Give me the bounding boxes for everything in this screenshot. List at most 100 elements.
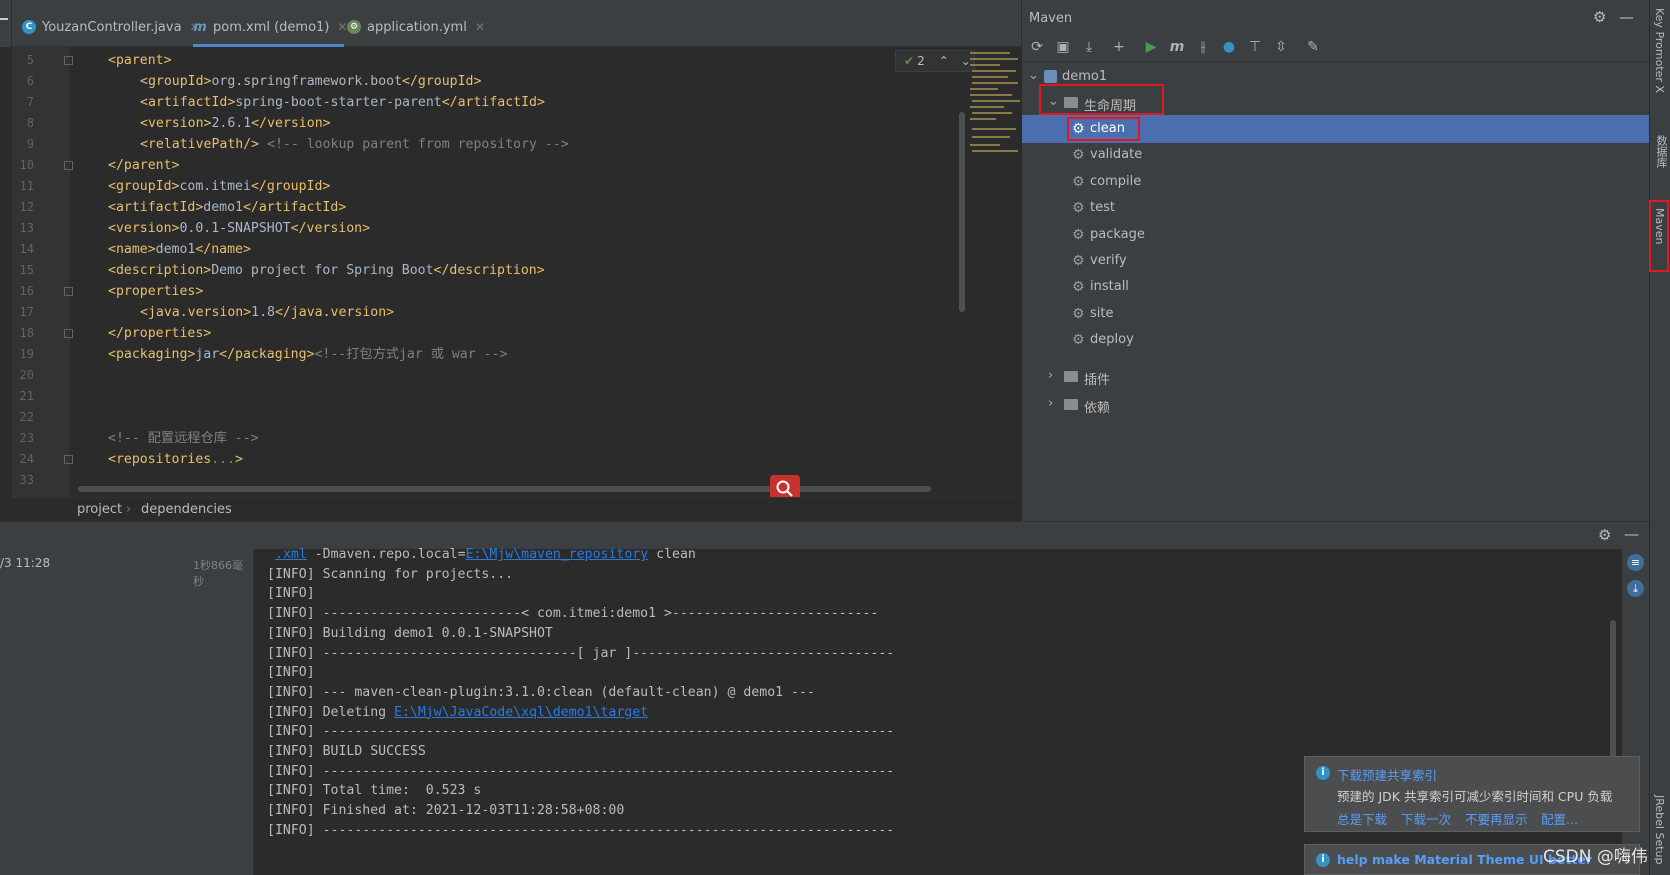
editor-tab-bar: C YouzanController.java ✕ m pom.xml (dem… — [0, 0, 1021, 47]
chevron-right-icon[interactable]: › — [1048, 368, 1053, 383]
editor-vertical-scrollbar[interactable] — [959, 112, 965, 312]
chevron-right-icon[interactable]: › — [1048, 396, 1053, 411]
plus-icon[interactable]: + — [1110, 38, 1128, 56]
code-text: </parent> — [108, 158, 180, 173]
tab-pom-xml[interactable]: m pom.xml (demo1) ✕ — [193, 12, 347, 42]
database-tab[interactable]: 数据库 — [1653, 135, 1669, 168]
soft-wrap-icon[interactable]: ≡ — [1627, 554, 1644, 571]
code-line[interactable]: 23 <!-- 配置远程仓库 --> — [12, 428, 1012, 449]
skip-tests-icon[interactable]: ● — [1220, 38, 1238, 56]
fold-marker-icon[interactable] — [64, 455, 73, 464]
editor-horizontal-scrollbar[interactable] — [78, 486, 931, 492]
collapse-all-icon[interactable]: ⇳ — [1272, 38, 1290, 56]
code-line[interactable]: 13 <version>0.0.1-SNAPSHOT</version> — [12, 218, 1012, 239]
console-line: [INFO] ---------------------------------… — [267, 763, 895, 779]
line-number: 19 — [19, 347, 34, 361]
code-line[interactable]: 21 — [12, 386, 1012, 407]
code-line[interactable]: 7 <artifactId>spring-boot-starter-parent<… — [12, 92, 1012, 113]
lifecycle-goal-install[interactable]: ⚙ install — [1022, 273, 1650, 301]
console-scrollbar[interactable] — [1610, 620, 1616, 760]
chevron-up-icon[interactable]: ⌃ — [939, 54, 949, 68]
highlight-box — [1649, 200, 1669, 272]
code-line[interactable]: 10 </parent> — [12, 155, 1012, 176]
breadcrumb-item[interactable]: dependencies — [141, 502, 232, 517]
code-minimap[interactable] — [966, 50, 1021, 165]
code-line[interactable]: 20 — [12, 365, 1012, 386]
minimize-icon[interactable]: — — [1624, 525, 1639, 543]
fold-marker-icon[interactable] — [64, 287, 73, 296]
inspection-count: 2 — [917, 54, 925, 68]
code-line[interactable]: 12 <artifactId>demo1</artifactId> — [12, 197, 1012, 218]
always-download-link[interactable]: 总是下载 — [1337, 809, 1387, 828]
notification-title: 下载预建共享索引 — [1337, 768, 1438, 783]
code-line[interactable]: 19 <packaging>jar</packaging><!--打包方式jar … — [12, 344, 1012, 365]
line-number: 13 — [19, 221, 34, 235]
close-icon[interactable]: ✕ — [475, 20, 485, 34]
lifecycle-goal-verify[interactable]: ⚙ verify — [1022, 247, 1650, 275]
fold-marker-icon[interactable] — [64, 56, 73, 65]
console-link[interactable]: .xml — [275, 547, 307, 562]
wrench-icon[interactable]: ✎ — [1304, 38, 1322, 56]
code-line[interactable]: 5 <parent> — [12, 50, 1012, 71]
code-line[interactable]: 8 <version>2.6.1</version> — [12, 113, 1012, 134]
close-icon[interactable]: ✕ — [337, 20, 347, 34]
check-icon: ✔ — [904, 54, 915, 68]
configure-link[interactable]: 配置... — [1541, 809, 1578, 828]
left-tool-strip — [0, 0, 12, 47]
line-number: 18 — [19, 326, 34, 340]
lifecycle-goal-site[interactable]: ⚙ site — [1022, 300, 1650, 328]
code-line[interactable]: 17 <java.version>1.8</java.version> — [12, 302, 1012, 323]
breadcrumb-item[interactable]: project — [77, 502, 122, 517]
jrebel-tab[interactable]: JRebel Setup — [1653, 795, 1666, 864]
lifecycle-goal-test[interactable]: ⚙ test — [1022, 194, 1650, 222]
minimize-icon[interactable] — [0, 18, 8, 20]
maven-panel: Maven ⚙ — ⟳ ▣ ⤓ + ▶ m ⫲ ● ⊤ ⇳ ✎ ⌄ demo1 … — [1021, 0, 1650, 521]
code-editor[interactable]: 5 <parent> 6 <groupId>org.springframework.b… — [12, 47, 1021, 497]
code-line[interactable]: 18 </properties> — [12, 323, 1012, 344]
console-line: [INFO] Deleting E:\Mjw\JavaCode\xql\demo… — [267, 704, 649, 720]
console-link[interactable]: E:\Mjw\JavaCode\xql\demo1\target — [394, 705, 648, 720]
console-link[interactable]: E:\Mjw\maven_repository — [466, 547, 649, 562]
lifecycle-goal-compile[interactable]: ⚙ compile — [1022, 168, 1650, 196]
tab-youzan-controller[interactable]: C YouzanController.java ✕ — [22, 12, 200, 42]
tab-label: application.yml — [367, 19, 467, 35]
fold-marker-icon[interactable] — [64, 329, 73, 338]
gear-icon[interactable]: ⚙ — [1598, 526, 1611, 544]
lifecycle-goal-package[interactable]: ⚙ package — [1022, 221, 1650, 249]
line-number: 9 — [26, 137, 34, 151]
code-line[interactable]: 22 — [12, 407, 1012, 428]
download-once-link[interactable]: 下载一次 — [1401, 809, 1451, 828]
tree-item-plugins[interactable]: › 插件 — [1022, 363, 1650, 391]
console-line: [INFO] — [267, 665, 315, 681]
tab-application-yml[interactable]: ⚙ application.yml ✕ — [347, 12, 485, 42]
run-icon[interactable]: ▶ — [1142, 38, 1160, 56]
reload-icon[interactable]: ⟳ — [1028, 38, 1046, 56]
show-dependencies-icon[interactable]: ⊤ — [1246, 38, 1264, 56]
key-promoter-tab[interactable]: Key Promoter X — [1653, 8, 1666, 93]
console-line: [INFO] Total time: 0.523 s — [267, 783, 482, 799]
download-icon[interactable]: ⤓ — [1080, 38, 1098, 56]
scroll-to-end-icon[interactable]: ⤓ — [1627, 580, 1644, 597]
code-line[interactable]: 24 <repositories...> — [12, 449, 1012, 470]
gear-icon[interactable]: ⚙ — [1593, 8, 1606, 26]
dont-show-again-link[interactable]: 不要再显示 — [1465, 809, 1528, 828]
chevron-down-icon[interactable]: ⌄ — [1028, 68, 1039, 83]
code-line[interactable]: 9 <relativePath/> <!-- lookup parent from… — [12, 134, 1012, 155]
code-line[interactable]: 11 <groupId>com.itmei</groupId> — [12, 176, 1012, 197]
code-text: <version>2.6.1</version> — [140, 116, 331, 131]
code-line[interactable]: 14 <name>demo1</name> — [12, 239, 1012, 260]
toggle-offline-icon[interactable]: ⫲ — [1194, 38, 1212, 56]
code-line[interactable]: 15 <description>Demo project for Spring B… — [12, 260, 1012, 281]
lifecycle-goal-validate[interactable]: ⚙ validate — [1022, 141, 1650, 169]
add-folder-icon[interactable]: ▣ — [1054, 38, 1072, 56]
code-text: <artifactId>demo1</artifactId> — [108, 200, 347, 215]
tree-item-dependencies[interactable]: › 依赖 — [1022, 391, 1650, 419]
execute-goal-icon[interactable]: m — [1168, 38, 1186, 56]
inspection-widget[interactable]: ✔ 2 ⌃ ⌄ — [895, 50, 975, 72]
code-line[interactable]: 16 <properties> — [12, 281, 1012, 302]
code-line[interactable]: 6 <groupId>org.springframework.boot</grou… — [12, 71, 1012, 92]
minimize-icon[interactable]: — — [1619, 8, 1634, 26]
lifecycle-goal-deploy[interactable]: ⚙ deploy — [1022, 326, 1650, 354]
fold-marker-icon[interactable] — [64, 161, 73, 170]
notification-shared-indexes: i 下载预建共享索引 预建的 JDK 共享索引可减少索引时间和 CPU 负载 总… — [1304, 756, 1640, 832]
